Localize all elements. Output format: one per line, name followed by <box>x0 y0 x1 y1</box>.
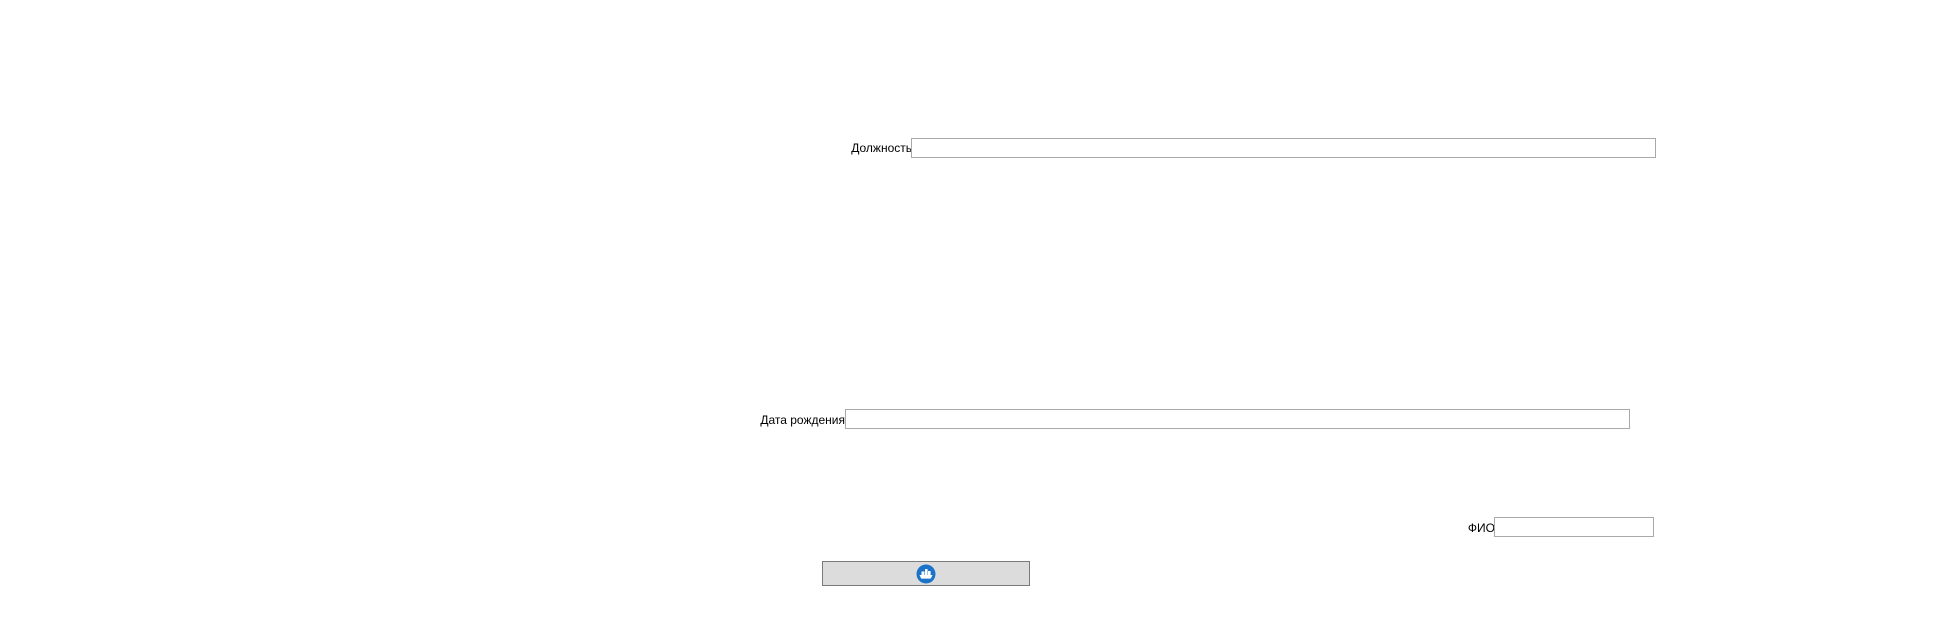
fio-input[interactable] <box>1494 517 1654 537</box>
ship-logo-icon <box>916 564 936 584</box>
fio-label: ФИО <box>1467 521 1495 535</box>
birthdate-input[interactable] <box>845 409 1630 429</box>
position-label: Должность <box>851 141 912 155</box>
position-input[interactable] <box>911 138 1656 158</box>
birthdate-label: Дата рождения <box>760 413 845 427</box>
submit-button[interactable] <box>822 561 1030 586</box>
